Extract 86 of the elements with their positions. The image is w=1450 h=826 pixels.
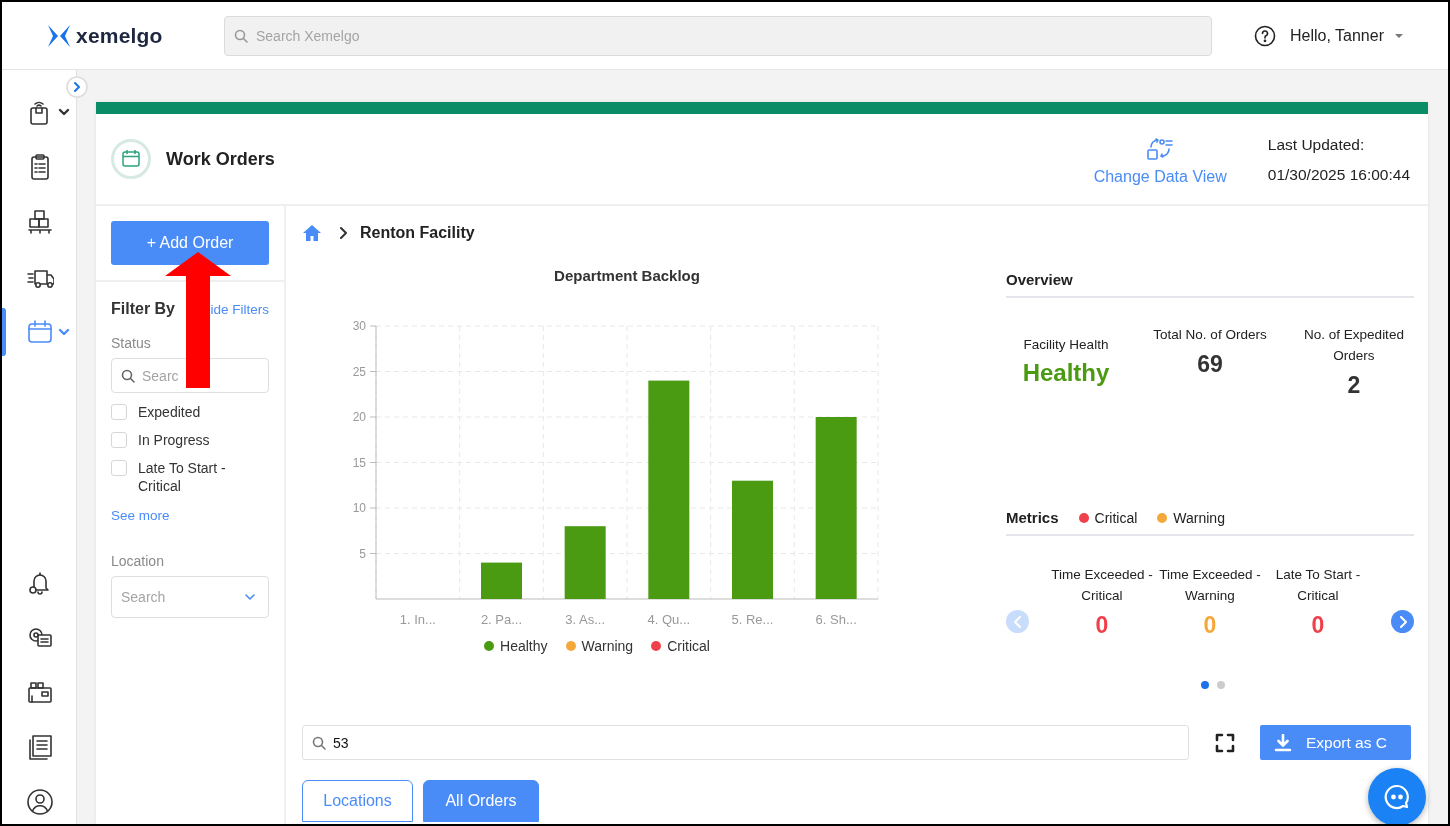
axis-tick-label: 4. Qu...	[647, 612, 691, 627]
option-label: In Progress	[138, 431, 211, 449]
logo-icon	[48, 24, 70, 47]
chevron-icon	[1012, 615, 1023, 628]
help-icon[interactable]	[1254, 24, 1276, 47]
change-data-view-button[interactable]: Change Data View	[1093, 136, 1227, 186]
axis-tick-label: 2. Pa...	[480, 612, 523, 627]
axis-tick-label: 5. Re...	[731, 612, 774, 627]
metric-label: Late To Start - Critical	[1274, 566, 1362, 605]
stat-value: 69	[1197, 351, 1223, 378]
filter-heading: Filter By	[111, 300, 175, 318]
metric-label: Time Exceeded - Warning	[1158, 566, 1262, 605]
export-button[interactable]: Export as C	[1260, 725, 1411, 760]
bar[interactable]	[564, 526, 606, 599]
search-field[interactable]: 53	[302, 725, 1189, 760]
metric-value: 0	[1310, 612, 1326, 639]
metric-value: 0	[1094, 612, 1110, 639]
axis-tick-label: 6. Sh...	[815, 612, 857, 627]
caret-icon	[1394, 32, 1404, 39]
section-title: Overview	[1006, 271, 1414, 298]
stat-label: Total No. of Orders	[1153, 326, 1267, 344]
metric-value: 0	[1202, 612, 1218, 639]
swap-icon	[1145, 136, 1176, 162]
axis-tick-label: 25	[352, 364, 366, 379]
metric-label: Time Exceeded - Critical	[1050, 566, 1154, 605]
chart-title: Department Backlog	[554, 267, 700, 284]
chevron-icon	[1397, 615, 1408, 628]
legend-label: Warning	[581, 638, 634, 654]
section-label: Status	[111, 335, 152, 351]
chevron-icon[interactable]	[58, 106, 70, 118]
chevron-right-icon	[338, 227, 348, 239]
add-order-button[interactable]: + Add Order	[111, 221, 269, 265]
bar[interactable]	[648, 380, 690, 599]
next-button[interactable]	[1391, 610, 1414, 633]
page-dot[interactable]	[1201, 681, 1209, 689]
option-label: Expedited	[138, 403, 202, 421]
stat-label: Facility Health	[1023, 336, 1109, 354]
axis-tick-label: 3. As...	[565, 612, 606, 627]
logo-text: xemelgo	[76, 23, 163, 48]
section-label: Location	[111, 553, 165, 569]
axis-tick-label: 10	[352, 501, 366, 515]
checkbox[interactable]	[111, 432, 127, 448]
chevron-icon	[244, 591, 256, 603]
checkbox[interactable]	[111, 404, 127, 420]
bar[interactable]	[481, 562, 522, 599]
home-icon[interactable]	[302, 224, 322, 242]
legend-label: Healthy	[500, 638, 548, 654]
expand-icon[interactable]	[66, 76, 88, 98]
axis-tick-label: 30	[352, 319, 366, 333]
checkbox[interactable]	[111, 460, 127, 476]
axis-tick-label: 1. In...	[399, 612, 436, 627]
document-icon[interactable]	[26, 733, 54, 761]
tab[interactable]: Locations	[302, 780, 413, 822]
page-dot[interactable]	[1217, 681, 1225, 689]
user-icon[interactable]	[26, 788, 54, 816]
option-label: Late To Start - Critical	[138, 459, 227, 495]
axis-tick-label: 15	[352, 455, 366, 470]
user-menu[interactable]: Hello, Tanner	[1290, 26, 1404, 45]
see-more-link[interactable]: See more	[111, 508, 269, 523]
boxes-icon[interactable]	[26, 208, 54, 236]
search-field[interactable]: Search Xemelgo	[224, 15, 1212, 56]
last-updated-time: 01/30/2025 16:00:44	[1267, 166, 1410, 184]
tab[interactable]: All Orders	[423, 780, 539, 822]
legend-label: Warning	[1173, 509, 1225, 526]
stat-value: 2	[1347, 372, 1361, 399]
hide-filters-link[interactable]: ide Filters	[210, 302, 269, 317]
fullscreen-icon[interactable]	[1215, 732, 1235, 753]
calendar-icon[interactable]	[26, 318, 54, 346]
stat-value: Healthy	[1022, 359, 1110, 387]
breadcrumb-item[interactable]: Renton Facility	[360, 224, 475, 242]
last-updated-label: Last Updated:	[1267, 136, 1366, 154]
legend-label: Critical	[1094, 509, 1138, 526]
chat-icon	[1383, 783, 1411, 811]
section-title: Metrics	[1006, 509, 1059, 526]
download-icon	[1274, 733, 1292, 752]
stat-label: No. of Expedited Orders	[1303, 326, 1405, 365]
search-icon	[121, 368, 135, 383]
search-icon	[234, 28, 248, 43]
axis-tick-label: 5	[359, 546, 366, 561]
location-dropdown[interactable]: Search	[111, 576, 269, 618]
page-title: Work Orders	[166, 148, 275, 170]
calendar-icon	[111, 139, 151, 179]
axis-tick-label: 20	[352, 410, 366, 424]
search-icon	[312, 735, 326, 750]
legend-label: Critical	[667, 638, 710, 654]
bar[interactable]	[815, 417, 857, 599]
